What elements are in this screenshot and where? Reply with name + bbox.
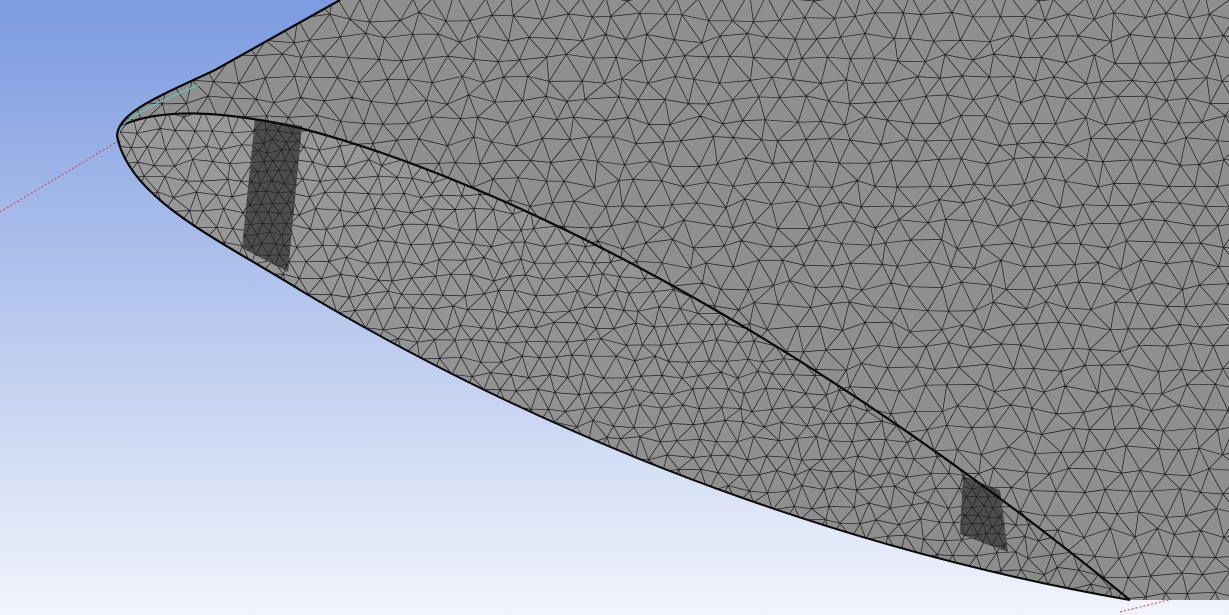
graphics-viewport[interactable] xyxy=(0,0,1229,615)
3d-model-view[interactable] xyxy=(0,0,1229,615)
